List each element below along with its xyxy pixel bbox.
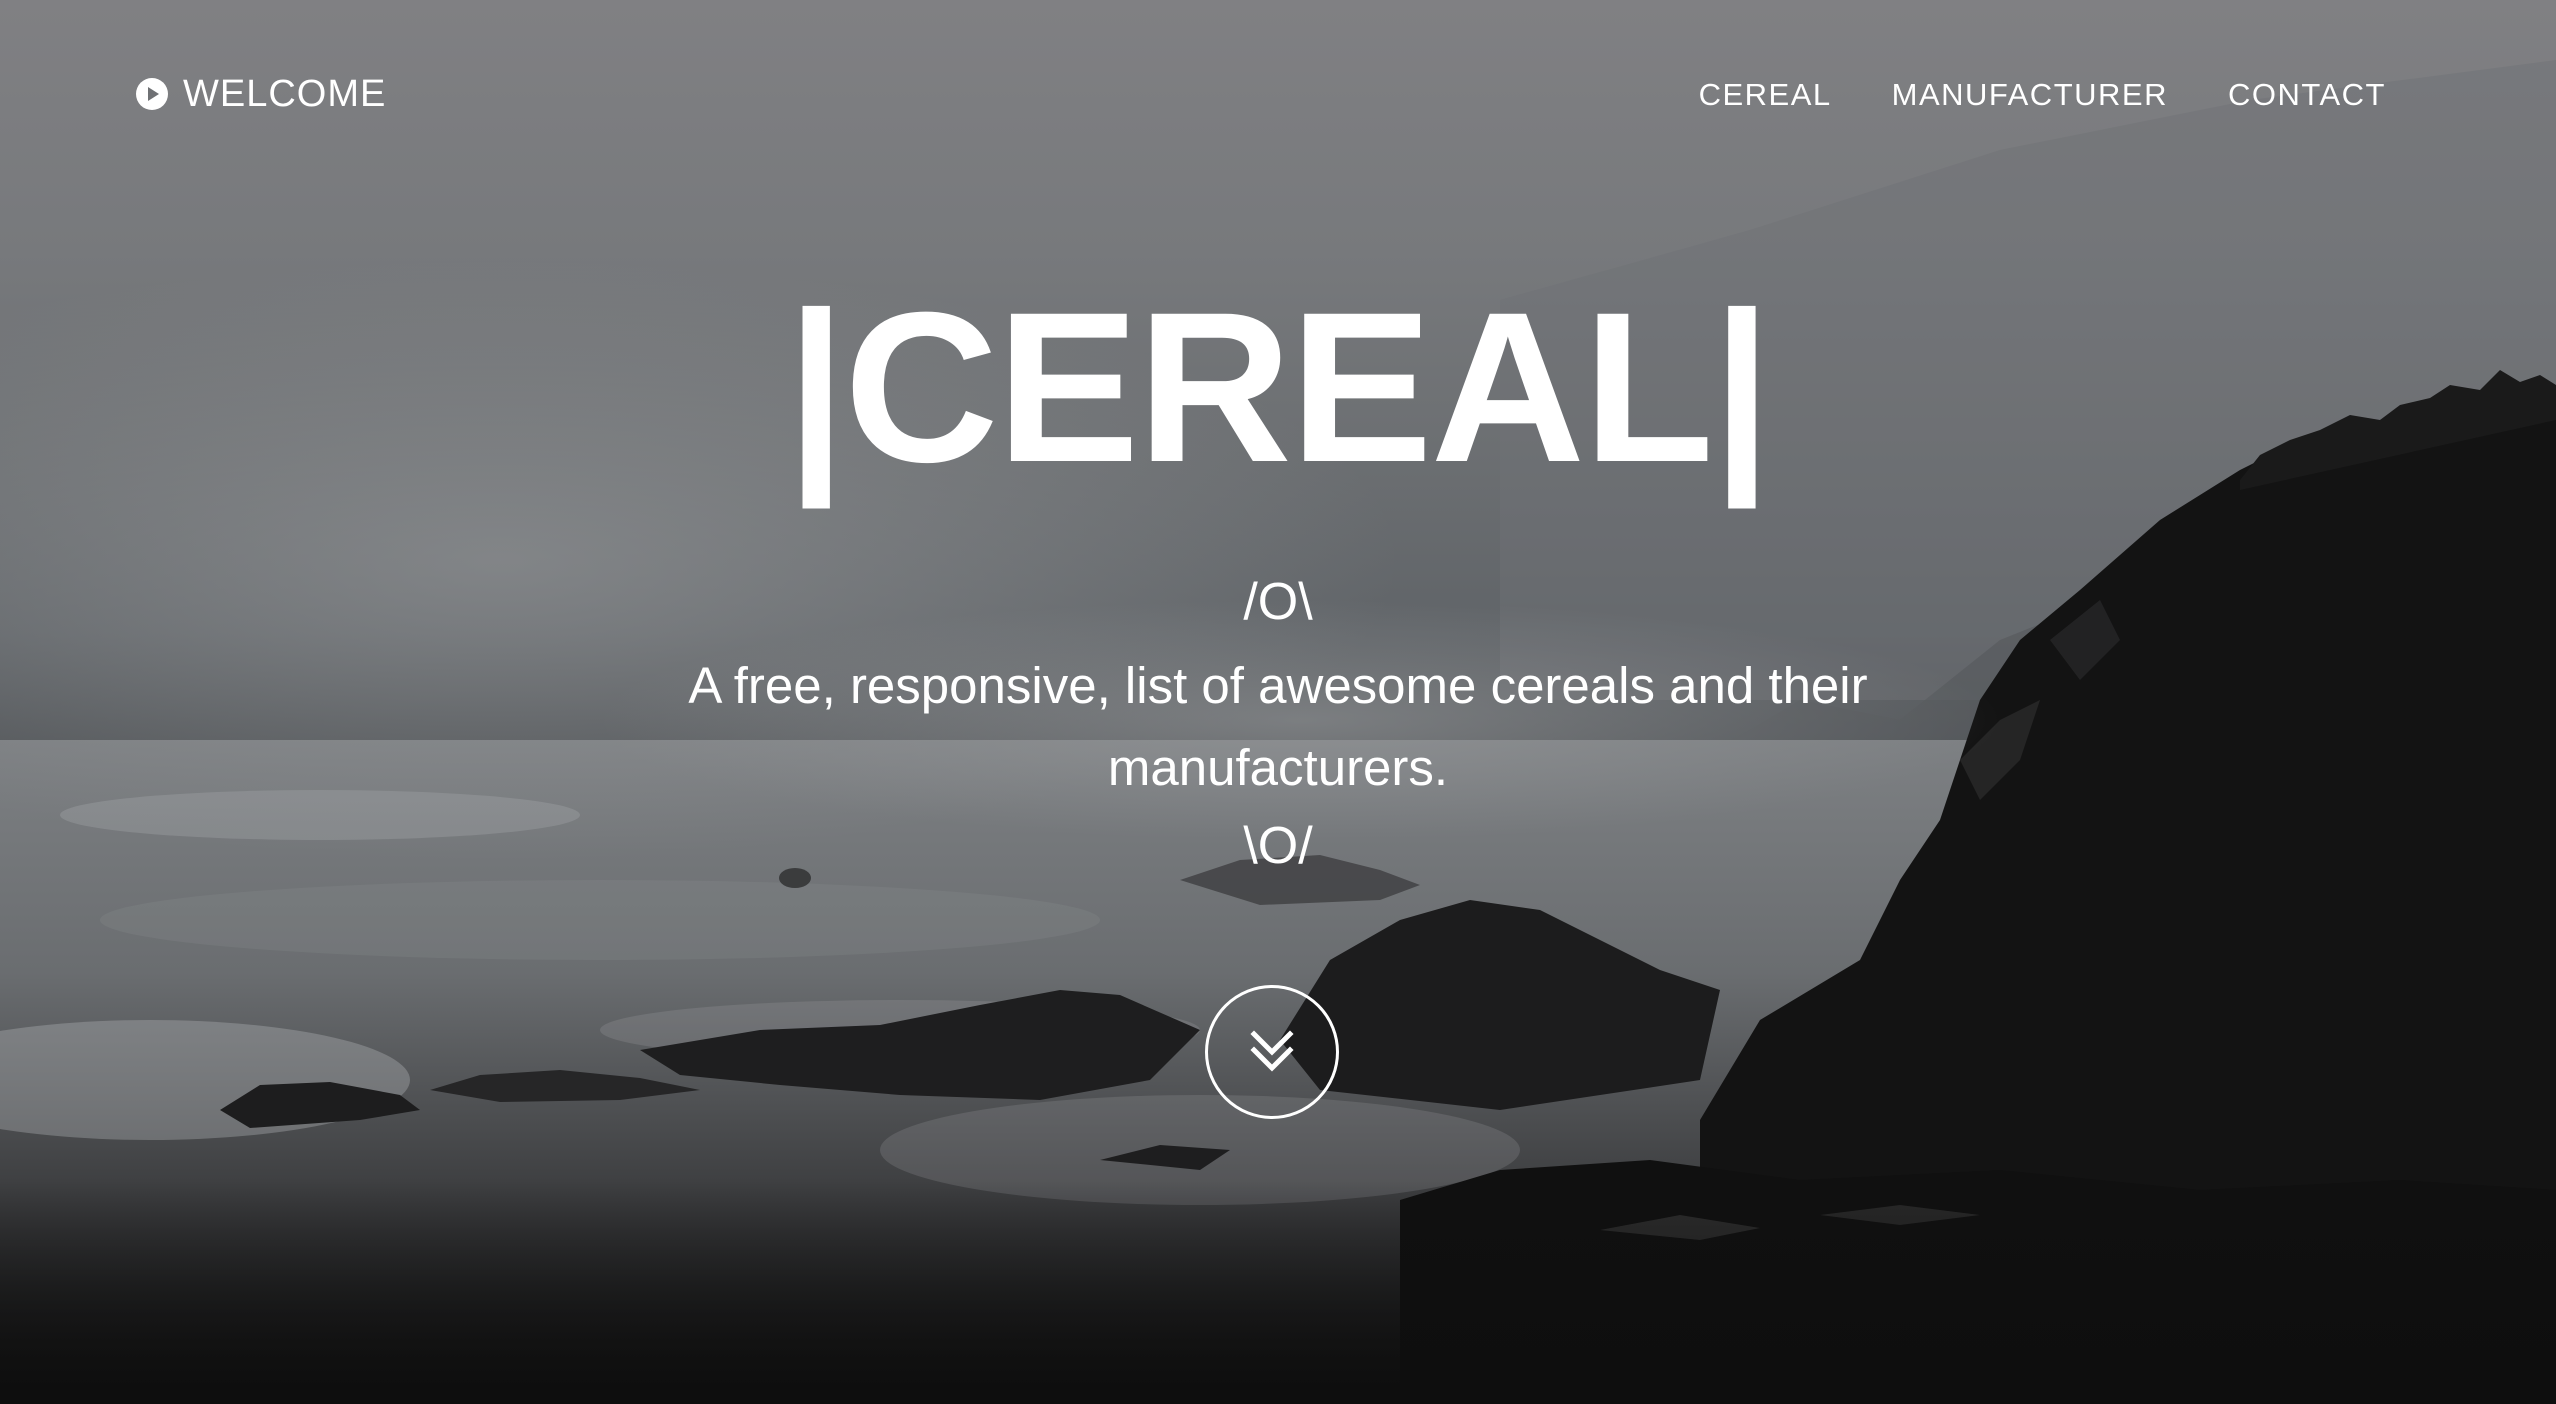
double-chevron-down-icon <box>1250 1030 1294 1072</box>
nav-link-manufacturer[interactable]: MANUFACTURER <box>1892 77 2168 113</box>
nav-link-contact[interactable]: CONTACT <box>2228 77 2386 113</box>
hero-tagline: A free, responsive, list of awesome cere… <box>688 657 1868 796</box>
hero-section: WELCOME CEREAL MANUFACTURER CONTACT |CER… <box>0 0 2556 1404</box>
brand-link[interactable]: WELCOME <box>135 68 386 120</box>
main-nav: CEREAL MANUFACTURER CONTACT <box>1699 70 2386 120</box>
play-circle-icon <box>136 78 168 110</box>
hero-decoration-top: /O\ <box>1243 573 1313 631</box>
brand-label: WELCOME <box>183 72 387 115</box>
hero-decoration-bottom: \O/ <box>1243 817 1313 875</box>
scroll-down-button[interactable] <box>1205 985 1339 1119</box>
nav-link-cereal[interactable]: CEREAL <box>1699 77 1832 113</box>
hero-title: |CEREAL| <box>786 268 1772 507</box>
